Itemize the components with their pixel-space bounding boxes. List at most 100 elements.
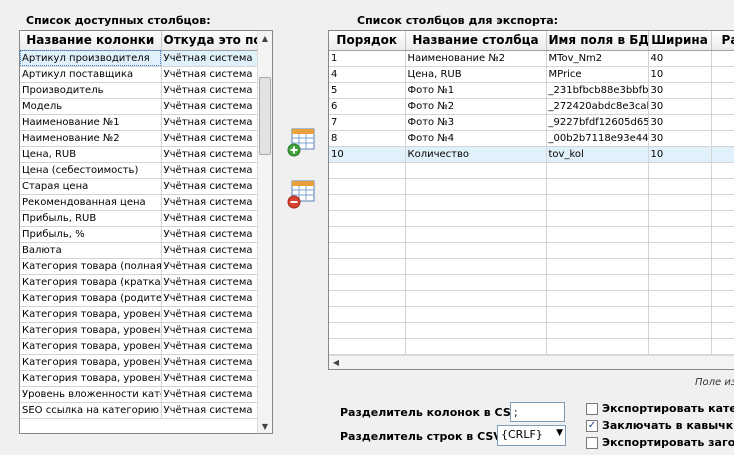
table-row[interactable]: SEO ссылка на категорию (Учётная система <box>20 402 259 419</box>
table-row[interactable]: Старая цена Учётная система <box>20 178 259 195</box>
column-header-source[interactable]: Откуда это пол <box>161 31 259 51</box>
empty-cell <box>405 226 547 243</box>
empty-cell <box>329 338 406 355</box>
table-row[interactable]: 8 Фото №4 _00b2b7118e93e442 30 <box>329 130 734 147</box>
column-header-db-field[interactable]: Имя поля в БД <box>546 31 649 51</box>
table-row[interactable]: Валюта Учётная система <box>20 242 259 259</box>
table-row[interactable]: 1 Наименование №2 MTov_Nm2 40 <box>329 50 734 67</box>
empty-cell <box>648 210 712 227</box>
empty-cell <box>329 274 406 291</box>
cell-source: Учётная система <box>161 162 259 179</box>
table-row[interactable]: 5 Фото №1 _231bfbcb88e3bbfb 30 <box>329 82 734 99</box>
option-checkbox[interactable]: ✓ <box>586 419 598 432</box>
empty-cell <box>711 306 734 323</box>
empty-cell <box>329 290 406 307</box>
cell-column-name: Фото №1 <box>405 82 547 99</box>
table-row[interactable]: Артикул поставщика Учётная система <box>20 66 259 83</box>
table-row[interactable]: Уровень вложенности категорииУчётная сис… <box>20 386 259 403</box>
table-row[interactable]: Категория товара, уровень Учётная система <box>20 322 259 339</box>
table-row[interactable]: Категория товара, уровень Учётная система <box>20 306 259 323</box>
scroll-thumb[interactable] <box>259 77 271 155</box>
cell-width: 30 <box>648 82 712 99</box>
remove-column-button[interactable] <box>286 178 318 210</box>
table-row[interactable]: Прибыль, RUB Учётная система <box>20 210 259 227</box>
export-columns-grid[interactable]: Порядок Название столбца Имя поля в БД Ш… <box>328 30 734 370</box>
empty-cell <box>405 178 547 195</box>
table-row[interactable]: Производитель Учётная система <box>20 82 259 99</box>
cell-db-field: _231bfbcb88e3bbfb <box>546 82 649 99</box>
table-row[interactable]: Категория товара, уровень Учётная система <box>20 338 259 355</box>
column-separator-label: Разделитель колонок в CSV: <box>340 406 524 419</box>
cell-order: 4 <box>329 66 406 83</box>
table-row[interactable]: 7 Фото №3 _9227bfdf12605d65 30 <box>329 114 734 131</box>
column-header-name[interactable]: Название колонки <box>20 31 162 51</box>
empty-row <box>329 226 734 243</box>
table-row[interactable]: Артикул производителя Учётная система <box>20 50 259 67</box>
cell-column-name: Артикул поставщика <box>20 66 162 83</box>
table-add-icon <box>287 128 315 157</box>
empty-cell <box>648 258 712 275</box>
table-row[interactable]: Категория товара, уровень Учётная система <box>20 354 259 371</box>
empty-cell <box>329 162 406 179</box>
empty-row <box>329 290 734 307</box>
empty-cell <box>711 242 734 259</box>
table-row[interactable]: Категория товара (родите... Учётная систе… <box>20 290 259 307</box>
cell-source: Учётная система <box>161 354 259 371</box>
option-quote-values[interactable]: ✓ Заключать в кавычки <box>586 419 734 432</box>
scroll-up-arrow-icon[interactable]: ▲ <box>258 31 272 45</box>
cell-column-name: Категория товара (родите... <box>20 290 162 307</box>
add-column-button[interactable] <box>286 126 318 158</box>
cell-extra <box>711 82 734 99</box>
cell-column-name: Прибыль, % <box>20 226 162 243</box>
table-row[interactable]: Модель Учётная система <box>20 98 259 115</box>
cell-db-field: MTov_Nm2 <box>546 50 649 67</box>
available-vertical-scrollbar[interactable]: ▲ ▼ <box>257 31 272 433</box>
available-columns-grid[interactable]: Название колонки Откуда это пол Артикул … <box>19 30 273 434</box>
cell-source: Учётная система <box>161 210 259 227</box>
cell-width: 30 <box>648 98 712 115</box>
scroll-left-arrow-icon[interactable]: ◀ <box>329 356 343 369</box>
cell-order: 7 <box>329 114 406 131</box>
empty-cell <box>711 322 734 339</box>
table-row[interactable]: Прибыль, % Учётная система <box>20 226 259 243</box>
empty-cell <box>648 178 712 195</box>
table-row[interactable]: 6 Фото №2 _272420abdc8e3cab 30 <box>329 98 734 115</box>
column-header-extra[interactable]: Ра <box>711 31 734 51</box>
table-row[interactable]: Наименование №2 Учётная система <box>20 130 259 147</box>
row-separator-select[interactable]: {CRLF} ▼ <box>497 425 566 446</box>
table-row[interactable]: Категория товара, уровень Учётная система <box>20 370 259 387</box>
table-row[interactable]: Цена (себестоимость) Учётная система <box>20 162 259 179</box>
export-horizontal-scrollbar[interactable]: ◀ <box>329 355 734 369</box>
cell-source: Учётная система <box>161 226 259 243</box>
empty-cell <box>329 242 406 259</box>
column-header-width[interactable]: Ширина <box>648 31 712 51</box>
table-row[interactable]: 4 Цена, RUB MPrice 10 <box>329 66 734 83</box>
table-row[interactable]: Рекомендованная цена Учётная система <box>20 194 259 211</box>
table-row[interactable]: Цена, RUB Учётная система <box>20 146 259 163</box>
cell-source: Учётная система <box>161 98 259 115</box>
cell-column-name: Категория товара, уровень <box>20 322 162 339</box>
cell-source: Учётная система <box>161 370 259 387</box>
cell-db-field: MPrice <box>546 66 649 83</box>
column-separator-input[interactable] <box>510 402 565 422</box>
table-row[interactable]: 10 Количество tov_kol 10 <box>329 146 734 163</box>
cell-extra <box>711 50 734 67</box>
scroll-down-arrow-icon[interactable]: ▼ <box>258 419 272 433</box>
column-header-column-name[interactable]: Название столбца <box>405 31 547 51</box>
option-export-headers[interactable]: Экспортировать заголо <box>586 436 734 449</box>
cell-column-name: Артикул производителя <box>20 50 162 67</box>
cell-column-name: Наименование №2 <box>405 50 547 67</box>
cell-column-name: Категория товара, уровень <box>20 338 162 355</box>
empty-cell <box>546 210 649 227</box>
column-header-order[interactable]: Порядок <box>329 31 406 51</box>
cell-column-name: Фото №2 <box>405 98 547 115</box>
empty-cell <box>711 178 734 195</box>
row-separator-value: {CRLF} <box>501 428 543 441</box>
option-checkbox[interactable] <box>586 402 598 415</box>
table-row[interactable]: Наименование №1 Учётная система <box>20 114 259 131</box>
option-export-categories[interactable]: Экспортировать катег <box>586 402 734 415</box>
table-row[interactable]: Категория товара (полная) Учётная система <box>20 258 259 275</box>
option-checkbox[interactable] <box>586 436 598 449</box>
table-row[interactable]: Категория товара (краткая) Учётная систем… <box>20 274 259 291</box>
cell-source: Учётная система <box>161 178 259 195</box>
